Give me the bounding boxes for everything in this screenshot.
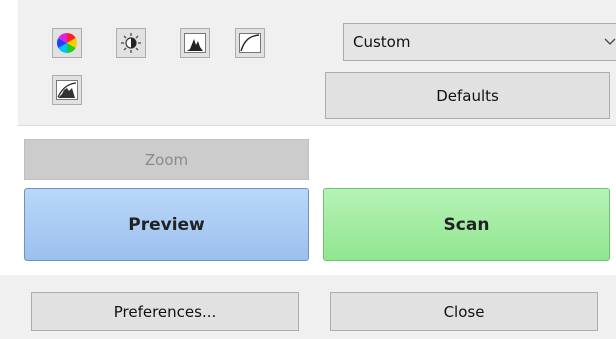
defaults-button-label: Defaults: [436, 86, 499, 105]
adjustments-panel: Custom Defaults: [18, 0, 616, 126]
histogram-icon: [184, 33, 206, 53]
color-adjust-button[interactable]: [52, 28, 82, 58]
chevron-down-icon: [604, 38, 616, 45]
zoom-button[interactable]: Zoom: [24, 139, 309, 180]
tone-curve-button[interactable]: [235, 28, 265, 58]
brightness-button[interactable]: [116, 28, 146, 58]
preview-button[interactable]: Preview: [24, 188, 309, 261]
preferences-button-label: Preferences...: [113, 302, 217, 321]
profile-select[interactable]: Custom: [343, 23, 616, 61]
zoom-button-label: Zoom: [144, 150, 189, 169]
tone-curve-icon: [239, 33, 261, 53]
scan-button[interactable]: Scan: [323, 188, 610, 261]
color-wheel-icon: [57, 33, 77, 53]
auto-levels-button[interactable]: [52, 75, 82, 105]
bottom-button-bar: Preferences... Close: [0, 275, 616, 339]
preferences-button[interactable]: Preferences...: [31, 292, 299, 331]
close-button[interactable]: Close: [330, 292, 598, 331]
close-button-label: Close: [443, 302, 485, 321]
histogram-button[interactable]: [180, 28, 210, 58]
auto-levels-icon: [56, 80, 78, 100]
preview-button-label: Preview: [128, 214, 205, 235]
profile-select-value: Custom: [353, 33, 411, 51]
scan-button-label: Scan: [443, 214, 490, 235]
defaults-button[interactable]: Defaults: [325, 72, 610, 119]
brightness-icon: [121, 33, 141, 53]
